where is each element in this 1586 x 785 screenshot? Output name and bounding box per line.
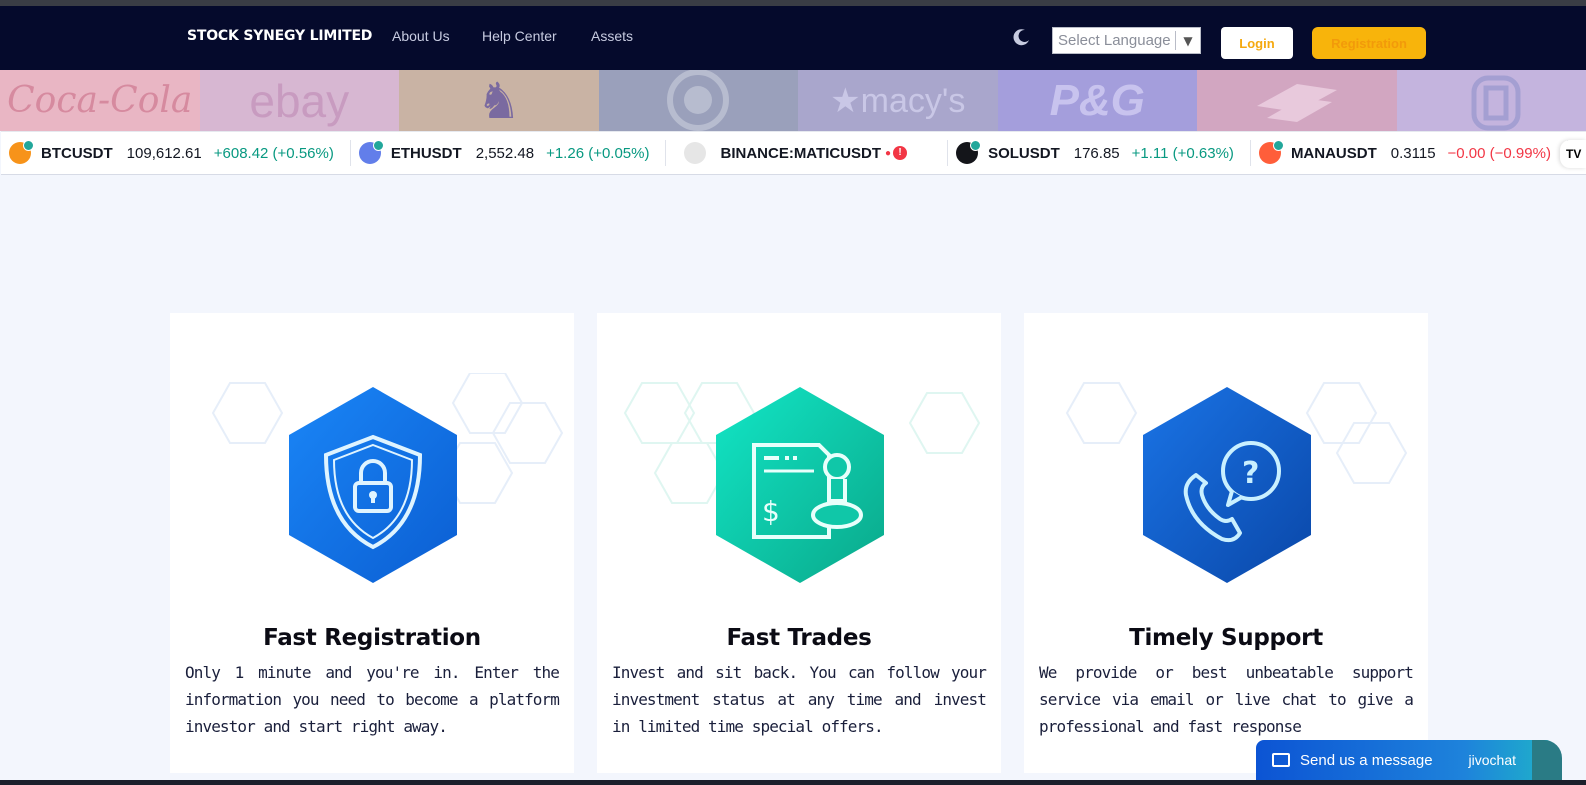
dropdown-arrow-icon: ▼	[1183, 33, 1193, 48]
ticker-item[interactable]: MANAUSDT 0.3115 −0.00 (−0.99%)	[1251, 140, 1568, 166]
document-stamp-icon: $	[716, 387, 884, 583]
bitcoin-coin-icon	[9, 140, 34, 164]
language-select[interactable]: Select Language ▼	[1052, 27, 1201, 54]
chat-widget-label: Send us a message	[1300, 751, 1433, 769]
ticker-price: 2,552.48	[475, 144, 535, 162]
chat-widget-brand: jivochat	[1468, 752, 1516, 768]
brand-tile-generic	[1396, 70, 1586, 131]
ticker-change: +1.11 (+0.63%)	[1131, 144, 1234, 162]
phone-support-icon: ?	[1143, 387, 1311, 583]
brand-tile-pg: P&G	[997, 70, 1197, 131]
feature-card-trades: $ Fast Trades Invest and sit back. You c…	[597, 313, 1001, 773]
starbucks-logo-icon	[667, 70, 730, 131]
dark-mode-toggle-icon[interactable]	[1012, 27, 1032, 47]
bank-flag-icon	[1256, 83, 1337, 122]
svg-text:$: $	[762, 495, 780, 528]
site-logo[interactable]: STOCK SYNEGY LIMITED	[187, 28, 372, 44]
feature-title: Fast Trades	[726, 625, 872, 651]
crypto-ticker-tape: BTCUSDT 109,612.61 +608.42 (+0.56%) ETHU…	[1, 131, 1586, 175]
ticker-price: 176.85	[1073, 144, 1120, 162]
brand-logo-strip: Coca-Cola ebay ♞ ★macy's P&G	[0, 70, 1586, 131]
login-button[interactable]: Login	[1221, 27, 1293, 59]
ticker-symbol: BTCUSDT	[41, 144, 113, 162]
ticker-price: 109,612.61	[126, 144, 202, 162]
brand-tile-bank-of-america	[1197, 70, 1397, 131]
feature-description: Invest and sit back. You can follow your…	[612, 663, 987, 736]
nav-link-about[interactable]: About Us	[392, 28, 450, 44]
nav-link-help-center[interactable]: Help Center	[482, 28, 557, 44]
language-select-value: Select Language	[1058, 32, 1171, 49]
brand-tile-cocacola: Coca-Cola	[0, 70, 200, 131]
chat-widget-button[interactable]: Send us a message jivochat	[1256, 740, 1562, 780]
ticker-symbol: MANAUSDT	[1290, 144, 1377, 162]
ticker-symbol: BINANCE:MATICUSDT	[720, 144, 882, 162]
brand-tile-macys: ★macy's	[798, 70, 998, 131]
ticker-symbol: SOLUSDT	[988, 144, 1060, 162]
ticker-price: 0.3115	[1390, 144, 1436, 162]
feature-title: Timely Support	[1129, 625, 1323, 651]
shield-lock-icon	[289, 387, 457, 583]
ticker-item[interactable]: BTCUSDT 109,612.61 +608.42 (+0.56%)	[1, 140, 351, 166]
brand-tile-ebay: ebay	[199, 70, 399, 131]
brand-tile-starbucks	[598, 70, 798, 131]
ticker-symbol: ETHUSDT	[390, 144, 462, 162]
brand-mark-icon	[1471, 75, 1521, 131]
brand-tile-ferrari: ♞	[399, 70, 599, 131]
tradingview-logo-icon[interactable]: TV	[1560, 140, 1586, 168]
registration-button[interactable]: Registration	[1312, 27, 1426, 59]
ticker-item[interactable]: SOLUSDT 176.85 +1.11 (+0.63%)	[948, 140, 1251, 166]
navbar: STOCK SYNEGY LIMITED About Us Help Cente…	[0, 6, 1586, 70]
ticker-change: +1.26 (+0.05%)	[546, 144, 650, 162]
feature-description: Only 1 minute and you're in. Enter the i…	[185, 663, 560, 736]
chat-widget-corner	[1532, 740, 1562, 780]
solana-coin-icon	[956, 140, 982, 164]
ticker-item[interactable]: BINANCE:MATICUSDT ● !	[666, 140, 949, 166]
nav-link-assets[interactable]: Assets	[591, 28, 633, 44]
feature-card-registration: Fast Registration Only 1 minute and you'…	[170, 313, 574, 773]
ticker-change: −0.00 (−0.99%)	[1447, 144, 1551, 162]
ethereum-coin-icon	[358, 140, 384, 164]
feature-description: We provide or best unbeatable support se…	[1039, 663, 1414, 736]
taskbar-strip	[0, 780, 1586, 785]
feature-card-support: ? Timely Support We provide or best unbe…	[1024, 313, 1428, 773]
placeholder-coin-icon	[684, 142, 707, 164]
feature-title: Fast Registration	[263, 625, 481, 651]
warning-icon: !	[893, 146, 908, 160]
status-dot-icon: ●	[885, 147, 892, 159]
decentraland-coin-icon	[1258, 140, 1284, 164]
ticker-item[interactable]: ETHUSDT 2,552.48 +1.26 (+0.05%)	[351, 140, 667, 166]
envelope-icon	[1272, 753, 1290, 767]
ticker-change: +608.42 (+0.56%)	[213, 144, 334, 162]
svg-text:?: ?	[1242, 456, 1259, 491]
